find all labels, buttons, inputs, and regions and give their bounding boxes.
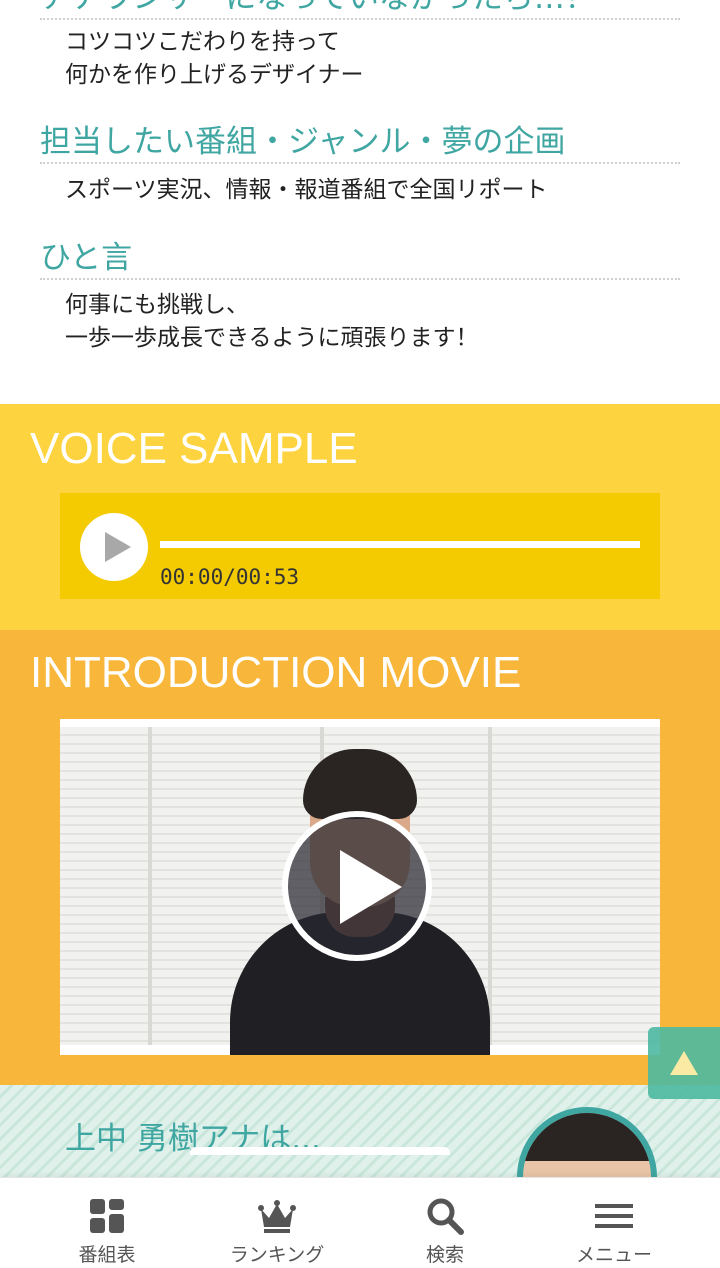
announcer-teaser: 上中 勇樹アナは... bbox=[0, 1085, 720, 1177]
video-play-button[interactable] bbox=[282, 811, 432, 961]
intro-movie-section: INTRODUCTION MOVIE bbox=[0, 630, 720, 1085]
nav-label-search: 検索 bbox=[425, 1244, 464, 1266]
play-icon bbox=[105, 532, 131, 562]
nav-label-schedule: 番組表 bbox=[78, 1244, 136, 1266]
nav-label-ranking: ランキング bbox=[229, 1244, 325, 1266]
search-icon bbox=[427, 1198, 464, 1235]
teaser-decoration bbox=[190, 1147, 450, 1177]
profile-heading-comment: ひと言 bbox=[40, 238, 680, 280]
nav-item-schedule[interactable]: 番組表 bbox=[17, 1178, 197, 1268]
voice-sample-title: VOICE SAMPLE bbox=[30, 424, 358, 473]
voice-sample-section: VOICE SAMPLE 00:00/00:53 bbox=[0, 404, 720, 630]
profile-answer-comment: 何事にも挑戦し、 一歩一歩成長できるように頑張ります！ bbox=[65, 292, 479, 351]
nav-label-menu: メニュー bbox=[575, 1244, 652, 1266]
intro-video-player[interactable] bbox=[60, 719, 660, 1055]
play-icon bbox=[340, 850, 402, 924]
nav-item-search[interactable]: 検索 bbox=[355, 1178, 535, 1268]
audio-progress-track[interactable] bbox=[160, 541, 640, 548]
bottom-nav: 番組表 ランキング 検索 メニュー bbox=[0, 1177, 720, 1268]
blind-edge-1 bbox=[148, 727, 152, 1045]
nav-item-menu[interactable]: メニュー bbox=[524, 1178, 704, 1268]
nav-item-ranking[interactable]: ランキング bbox=[187, 1178, 367, 1268]
arrow-up-icon bbox=[670, 1051, 698, 1075]
blind-edge-3 bbox=[488, 727, 492, 1045]
profile-heading-alt-career: アナウンサーになっていなかったら…？ bbox=[40, 0, 680, 20]
audio-play-button[interactable] bbox=[80, 513, 148, 581]
crown-icon bbox=[258, 1200, 296, 1233]
avatar bbox=[517, 1107, 657, 1177]
audio-player: 00:00/00:53 bbox=[60, 493, 660, 599]
hamburger-menu-icon bbox=[595, 1204, 633, 1228]
back-to-top-button[interactable] bbox=[648, 1027, 720, 1099]
grid-icon bbox=[90, 1199, 124, 1233]
profile-heading-programs: 担当したい番組・ジャンル・夢の企画 bbox=[40, 122, 680, 164]
profile-answer-alt-career: コツコツこだわりを持って 何かを作り上げるデザイナー bbox=[65, 29, 364, 88]
profile-answer-programs: スポーツ実況、情報・報道番組で全国リポート bbox=[65, 177, 548, 203]
profile-section: アナウンサーになっていなかったら…？ コツコツこだわりを持って 何かを作り上げる… bbox=[0, 0, 720, 404]
audio-time-readout: 00:00/00:53 bbox=[160, 565, 300, 589]
intro-movie-title: INTRODUCTION MOVIE bbox=[30, 648, 522, 697]
avatar-hair bbox=[523, 1113, 651, 1161]
